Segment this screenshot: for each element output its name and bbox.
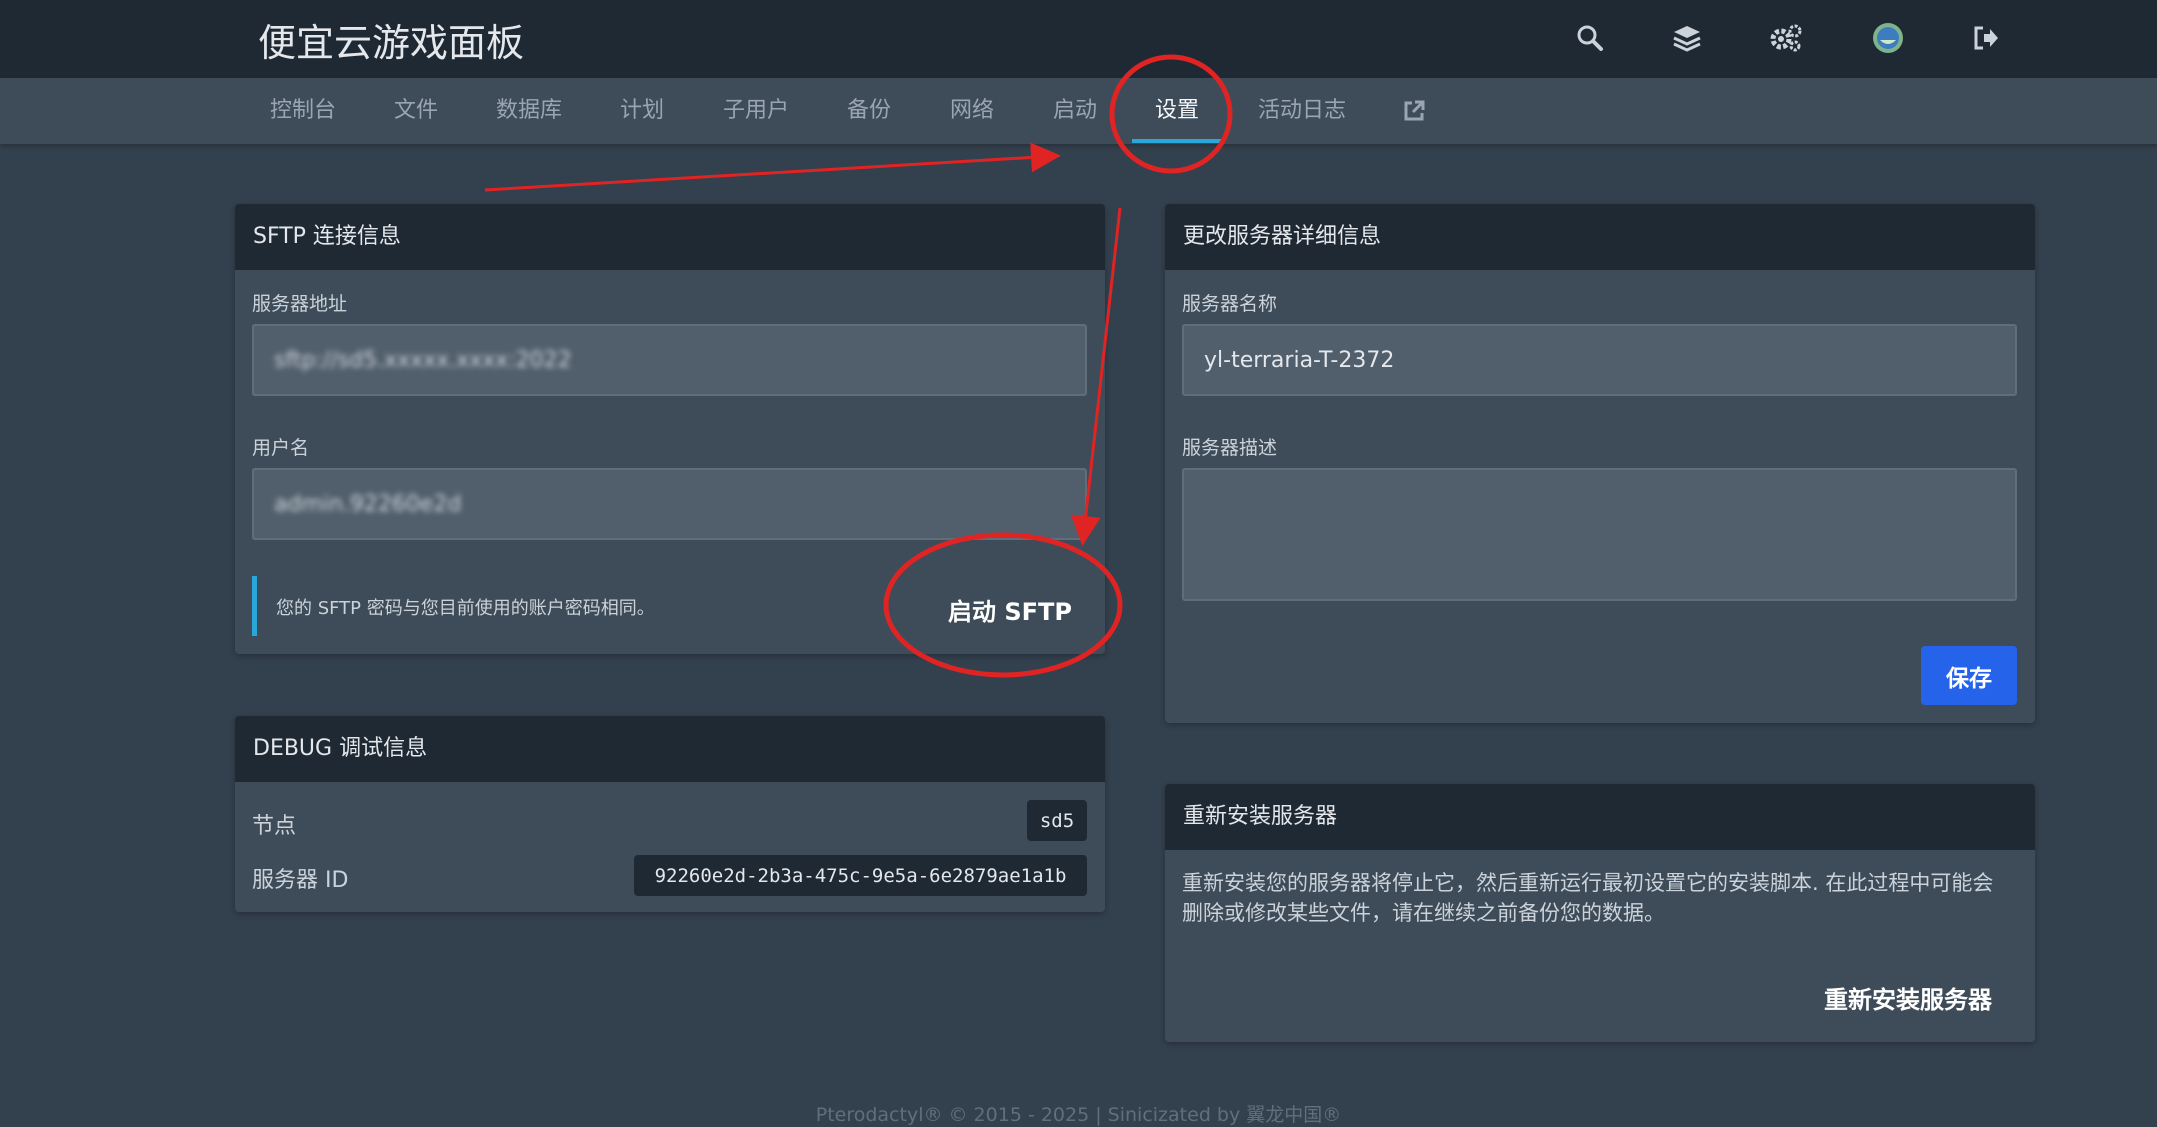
reinstall-description-line2: 删除或修改某些文件，请在继续之前备份您的数据。	[1182, 901, 1665, 925]
server-nav: 控制台 文件 数据库 计划 子用户 备份 网络 启动 设置 活动日志	[0, 78, 2157, 144]
tab-activity-log[interactable]: 活动日志	[1258, 78, 1346, 144]
reinstall-description: 重新安装您的服务器将停止它，然后重新运行最初设置它的安装脚本. 在此过程中可能会…	[1182, 868, 1993, 928]
server-address-field[interactable]: sftp://sd5.xxxxx.xxxx:2022	[252, 324, 1087, 396]
node-value: sd5	[1027, 800, 1087, 841]
top-header: 便宜云游戏面板	[0, 0, 2157, 78]
footer-credits: Pterodactyl® © 2015 - 2025 | Sinicizated…	[815, 1104, 1342, 1126]
tab-subusers[interactable]: 子用户	[723, 78, 789, 144]
logout-icon[interactable]	[1966, 18, 2006, 58]
launch-sftp-button[interactable]: 启动 SFTP	[948, 592, 1072, 627]
node-label: 节点	[252, 814, 297, 839]
app-title[interactable]: 便宜云游戏面板	[258, 12, 524, 67]
server-address-label: 服务器地址	[252, 293, 348, 315]
tab-startup[interactable]: 启动	[1053, 78, 1097, 144]
tab-files[interactable]: 文件	[394, 78, 438, 144]
server-name-value: yl-terraria-T-2372	[1204, 347, 1395, 373]
server-description-input[interactable]	[1182, 468, 2017, 601]
search-icon[interactable]	[1570, 18, 1610, 58]
avatar[interactable]	[1868, 18, 1908, 58]
debug-card-title: DEBUG 调试信息	[235, 716, 1105, 782]
active-tab-indicator	[1132, 139, 1222, 143]
server-name-input[interactable]: yl-terraria-T-2372	[1182, 324, 2017, 396]
server-id-value: 92260e2d-2b3a-475c-9e5a-6e2879ae1a1b	[634, 855, 1087, 896]
username-field[interactable]: admin.92260e2d	[252, 468, 1087, 540]
server-details-card-title: 更改服务器详细信息	[1165, 204, 2035, 270]
tab-databases[interactable]: 数据库	[496, 78, 562, 144]
server-details-card: 更改服务器详细信息	[1165, 204, 2035, 723]
tab-backups[interactable]: 备份	[847, 78, 891, 144]
layers-icon[interactable]	[1667, 18, 1707, 58]
sftp-password-note: 您的 SFTP 密码与您目前使用的账户密码相同。	[276, 598, 655, 619]
external-link-icon[interactable]	[1402, 99, 1426, 125]
tab-settings[interactable]: 设置	[1155, 78, 1199, 144]
server-name-label: 服务器名称	[1182, 293, 1278, 315]
sftp-card-title: SFTP 连接信息	[235, 204, 1105, 270]
server-description-label: 服务器描述	[1182, 437, 1278, 459]
sftp-card: SFTP 连接信息	[235, 204, 1105, 654]
reinstall-card-title: 重新安装服务器	[1165, 784, 2035, 850]
tab-network[interactable]: 网络	[950, 78, 994, 144]
server-id-label: 服务器 ID	[252, 868, 349, 893]
tab-schedules[interactable]: 计划	[620, 78, 664, 144]
annotation-arrow-to-settings	[484, 142, 1061, 192]
username-label: 用户名	[252, 437, 310, 459]
note-accent-bar	[252, 576, 257, 636]
save-button[interactable]: 保存	[1921, 646, 2017, 705]
server-address-value: sftp://sd5.xxxxx.xxxx:2022	[274, 347, 572, 373]
username-value: admin.92260e2d	[274, 491, 462, 517]
tab-console[interactable]: 控制台	[270, 78, 336, 144]
reinstall-server-button[interactable]: 重新安装服务器	[1824, 980, 1992, 1015]
reinstall-description-line1: 重新安装您的服务器将停止它，然后重新运行最初设置它的安装脚本. 在此过程中可能会	[1182, 871, 1994, 895]
settings-gears-icon[interactable]	[1766, 18, 1806, 58]
